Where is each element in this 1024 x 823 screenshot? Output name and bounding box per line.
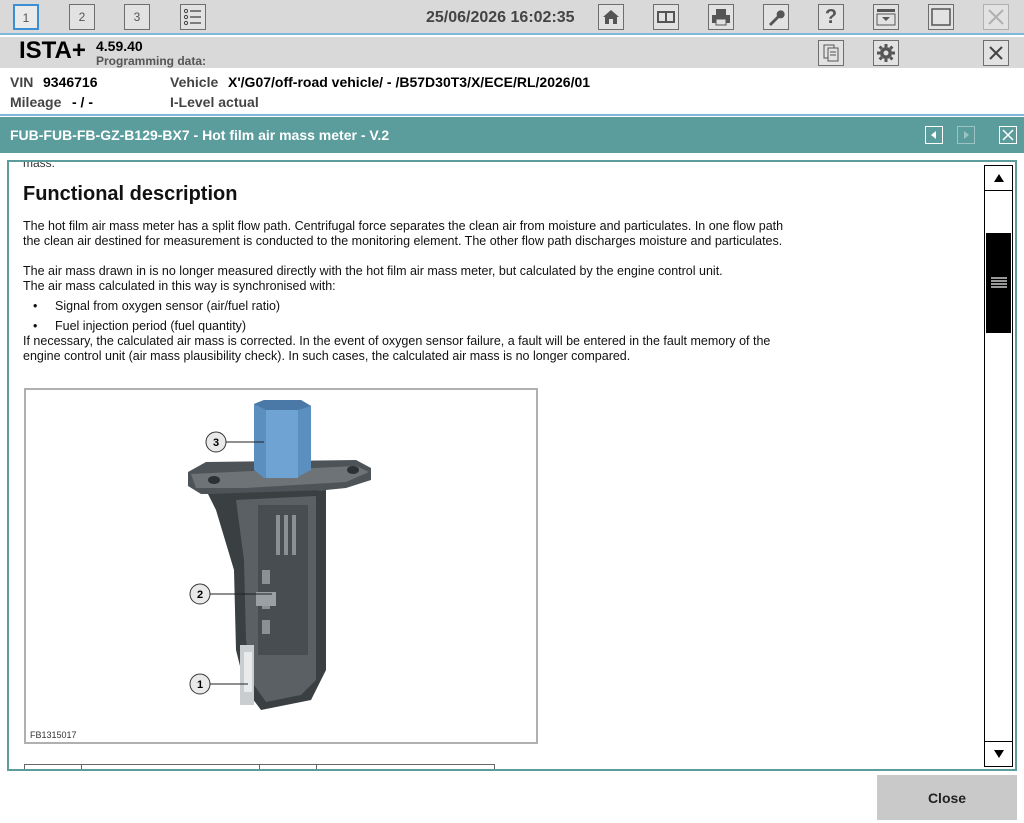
settings-button[interactable] (873, 40, 899, 66)
close-icon (989, 46, 1003, 60)
svg-text:3: 3 (213, 437, 219, 449)
previous-document-button[interactable] (925, 126, 943, 144)
dropdown-menu-button[interactable] (873, 4, 899, 30)
top-toolbar: 1 2 3 25/06/2026 16:02:35 ? (0, 0, 1024, 35)
document-viewer[interactable]: mass. Functional description The hot fil… (7, 160, 1017, 771)
paragraph: The air mass calculated in this way is s… (23, 279, 336, 293)
paragraph: The hot film air mass meter has a split … (23, 219, 784, 248)
section-heading: Functional description (23, 183, 238, 205)
gear-icon (877, 44, 895, 62)
arrow-up-icon (993, 174, 1004, 182)
scroll-up-button[interactable] (985, 166, 1012, 191)
close-icon (988, 9, 1004, 25)
grip-icon (990, 277, 1007, 288)
close-session-button[interactable] (983, 40, 1009, 66)
app-version: 4.59.40 (96, 38, 143, 54)
service-button[interactable] (763, 4, 789, 30)
compare-icon (657, 11, 675, 23)
ilevel-label: I-Level actual (170, 94, 259, 110)
arrow-right-icon (964, 131, 969, 139)
close-document-button[interactable] (999, 126, 1017, 144)
callout-1: 1 (189, 673, 211, 695)
air-mass-meter-illustration: 3 2 1 (188, 400, 371, 710)
callout-2: 2 (189, 583, 211, 605)
menu-dropdown-icon (876, 9, 896, 26)
home-icon (603, 10, 619, 24)
app-name: ISTA+ (19, 37, 86, 64)
vehicle-label: Vehicle (170, 74, 219, 90)
mileage-label: Mileage (10, 94, 62, 110)
datetime-display: 25/06/2026 16:02:35 (426, 9, 575, 26)
home-button[interactable] (598, 4, 624, 30)
list-item-text: Signal from oxygen sensor (air/fuel rati… (55, 299, 281, 313)
document-title-bar: FUB-FUB-FB-GZ-B129-BX7 - Hot film air ma… (0, 117, 1024, 153)
vin-label: VIN (10, 74, 34, 90)
document-title: FUB-FUB-FB-GZ-B129-BX7 - Hot film air ma… (10, 127, 390, 143)
window-button[interactable] (928, 4, 954, 30)
arrow-down-icon (993, 750, 1004, 758)
figure-code: FB1315017 (30, 730, 77, 740)
maximize-icon (931, 8, 951, 26)
list-item: Signal from oxygen sensor (air/fuel rati… (33, 299, 280, 313)
table-top-border (24, 764, 495, 769)
next-document-button[interactable] (957, 126, 975, 144)
mileage-value: - / - (72, 94, 93, 110)
print-button[interactable] (708, 4, 734, 30)
vehicle-info-panel: VIN 9346716 Vehicle X'/G07/off-road vehi… (0, 68, 1024, 116)
arrow-left-icon (931, 131, 936, 139)
documents-button[interactable] (818, 40, 844, 66)
documents-icon (823, 44, 839, 62)
cut-off-text: mass. (23, 160, 56, 170)
compare-button[interactable] (653, 4, 679, 30)
help-button[interactable]: ? (818, 4, 844, 30)
list-item: Fuel injection period (fuel quantity) (33, 319, 246, 333)
wrench-icon (769, 10, 785, 26)
printer-icon (712, 9, 730, 26)
list-icon[interactable] (180, 4, 206, 30)
session-tab-3[interactable]: 3 (124, 4, 150, 30)
close-button[interactable]: Close (877, 775, 1017, 820)
programming-data-label: Programming data: (96, 54, 207, 68)
paragraph: The air mass drawn in is no longer measu… (23, 264, 723, 278)
svg-text:2: 2 (197, 589, 203, 601)
component-figure: 3 2 1 FB1315017 (24, 388, 538, 744)
session-tab-1[interactable]: 1 (13, 4, 39, 30)
vertical-scrollbar[interactable] (984, 165, 1013, 767)
list-item-text: Fuel injection period (fuel quantity) (55, 319, 247, 333)
help-icon: ? (824, 5, 838, 28)
session-tab-2[interactable]: 2 (69, 4, 95, 30)
callout-3: 3 (205, 431, 227, 453)
svg-text:1: 1 (197, 679, 203, 691)
paragraph: If necessary, the calculated air mass is… (23, 334, 771, 363)
scroll-down-button[interactable] (985, 741, 1012, 766)
vin-value: 9346716 (43, 74, 98, 90)
app-header: ISTA+ 4.59.40 Programming data: (0, 37, 1024, 68)
exit-button[interactable] (983, 4, 1009, 30)
scroll-thumb[interactable] (986, 233, 1011, 333)
vehicle-value: X'/G07/off-road vehicle/ - /B57D30T3/X/E… (228, 74, 591, 90)
close-icon (1002, 129, 1014, 141)
